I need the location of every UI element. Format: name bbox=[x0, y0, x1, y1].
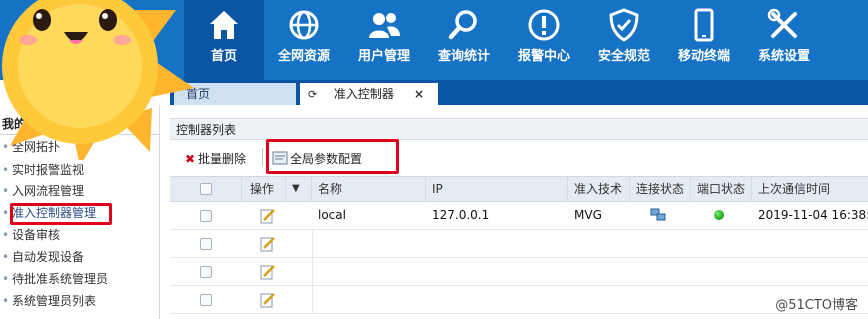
highlight-box-config bbox=[266, 139, 399, 174]
cell-name bbox=[312, 230, 426, 257]
sidebar-item-label: 待批准系统管理员 bbox=[12, 272, 109, 286]
th-ip[interactable]: IP bbox=[426, 177, 568, 201]
th-action: 操作 bbox=[242, 177, 286, 201]
nav-item-resources[interactable]: 全网资源 bbox=[264, 0, 344, 80]
nav-item-mobile[interactable]: 移动终端 bbox=[664, 0, 744, 80]
th-port-label: 端口状态 bbox=[697, 182, 746, 196]
sidebar-item-label: 自动发现设备 bbox=[12, 250, 85, 264]
toolbar-divider bbox=[262, 148, 263, 166]
table-row[interactable] bbox=[170, 230, 868, 258]
th-action-label: 操作 bbox=[250, 182, 275, 196]
column-menu-icon[interactable]: ▼ bbox=[286, 177, 312, 201]
th-last[interactable]: 上次通信时间 bbox=[752, 177, 868, 201]
tab-access-controller-label: 准入控制器 bbox=[333, 87, 394, 101]
app-root: { "nav": { "items": [ {"label": "首页", "i… bbox=[0, 0, 868, 319]
panel-title: 控制器列表 bbox=[170, 118, 868, 140]
search-icon bbox=[448, 10, 477, 40]
sidebar-item-device-audit[interactable]: • 设备审核 bbox=[2, 225, 60, 245]
nav-label: 查询统计 bbox=[437, 49, 490, 64]
edit-icon[interactable] bbox=[260, 208, 276, 224]
nav-item-query[interactable]: 查询统计 bbox=[424, 0, 504, 80]
table-header: 操作 ▼ 名称 IP 准入技术 连接状态 端口状态 上次通信时间 bbox=[170, 176, 868, 202]
cell-tech: MVG bbox=[574, 208, 602, 222]
th-name[interactable]: 名称 bbox=[312, 177, 426, 201]
nav-label: 全网资源 bbox=[277, 49, 330, 64]
bullet-icon: • bbox=[2, 184, 10, 198]
tools-icon bbox=[767, 8, 797, 38]
close-icon[interactable]: × bbox=[414, 83, 424, 105]
th-tech[interactable]: 准入技术 bbox=[568, 177, 630, 201]
nav-item-security[interactable]: 安全规范 bbox=[584, 0, 664, 80]
nav-label: 移动终端 bbox=[677, 49, 730, 64]
row-checkbox[interactable] bbox=[200, 266, 212, 278]
th-select bbox=[170, 177, 242, 201]
sidebar-item-pending-admins[interactable]: • 待批准系统管理员 bbox=[2, 269, 108, 289]
nav-label: 用户管理 bbox=[357, 49, 410, 64]
row-checkbox[interactable] bbox=[200, 238, 212, 250]
sidebar-item-label: 设备审核 bbox=[12, 228, 61, 242]
nav-label: 系统设置 bbox=[757, 49, 810, 64]
bullet-icon: • bbox=[2, 228, 10, 242]
nav-item-settings[interactable]: 系统设置 bbox=[744, 0, 824, 80]
nav-item-users[interactable]: 用户管理 bbox=[344, 0, 424, 80]
row-checkbox[interactable] bbox=[200, 294, 212, 306]
edit-icon[interactable] bbox=[260, 264, 276, 280]
alert-icon bbox=[528, 9, 560, 41]
tab-access-controller[interactable]: ⟳ 准入控制器 × bbox=[300, 83, 438, 105]
edit-icon[interactable] bbox=[260, 236, 276, 252]
bullet-icon: • bbox=[2, 163, 10, 177]
mobile-icon bbox=[694, 8, 714, 42]
th-port[interactable]: 端口状态 bbox=[691, 177, 752, 201]
th-ip-label: IP bbox=[432, 182, 443, 196]
row-checkbox[interactable] bbox=[200, 210, 212, 222]
users-icon bbox=[369, 13, 400, 38]
select-all-checkbox[interactable] bbox=[200, 183, 212, 195]
th-name-label: 名称 bbox=[318, 182, 343, 196]
nav-label: 报警中心 bbox=[517, 49, 570, 64]
sidebar-item-label: 系统管理员列表 bbox=[12, 294, 97, 308]
bullet-icon: • bbox=[2, 272, 10, 286]
edit-icon[interactable] bbox=[260, 292, 276, 308]
table-row[interactable] bbox=[170, 258, 868, 286]
th-conn-label: 连接状态 bbox=[636, 182, 685, 196]
sidebar-item-access-process[interactable]: • 入网流程管理 bbox=[2, 181, 84, 201]
shield-icon bbox=[609, 8, 639, 42]
globe-icon bbox=[289, 10, 319, 40]
th-conn[interactable]: 连接状态 bbox=[630, 177, 691, 201]
port-status-icon bbox=[714, 210, 724, 220]
cell-last: 2019-11-04 16:38:1 bbox=[758, 208, 868, 222]
th-tech-label: 准入技术 bbox=[574, 182, 623, 196]
bullet-icon: • bbox=[2, 294, 10, 308]
bullet-icon: • bbox=[2, 250, 10, 264]
cell-name bbox=[312, 258, 426, 285]
sidebar-item-label: 实时报警监视 bbox=[12, 163, 85, 177]
cell-ip: 127.0.0.1 bbox=[432, 208, 490, 222]
table-row[interactable] bbox=[170, 286, 868, 314]
home-icon bbox=[210, 11, 238, 39]
cell-name bbox=[312, 286, 426, 313]
th-last-label: 上次通信时间 bbox=[758, 182, 831, 196]
network-icon bbox=[650, 208, 666, 221]
cell-name: local bbox=[318, 208, 346, 222]
refresh-icon[interactable]: ⟳ bbox=[308, 84, 322, 106]
nav-label: 安全规范 bbox=[597, 49, 650, 64]
highlight-box-sidebar bbox=[10, 203, 112, 225]
sidebar-item-auto-discover[interactable]: • 自动发现设备 bbox=[2, 247, 84, 267]
sidebar-item-admin-list[interactable]: • 系统管理员列表 bbox=[2, 291, 96, 311]
watermark-text: @51CTO博客 bbox=[775, 298, 858, 313]
sun-mascot-image bbox=[2, 0, 194, 160]
sidebar-item-label: 入网流程管理 bbox=[12, 184, 85, 198]
nav-item-alarm[interactable]: 报警中心 bbox=[504, 0, 584, 80]
table-row[interactable]: local 127.0.0.1 MVG 2019-11-04 16:38:1 bbox=[170, 202, 868, 230]
sidebar-item-realtime-alarm[interactable]: • 实时报警监视 bbox=[2, 160, 84, 180]
